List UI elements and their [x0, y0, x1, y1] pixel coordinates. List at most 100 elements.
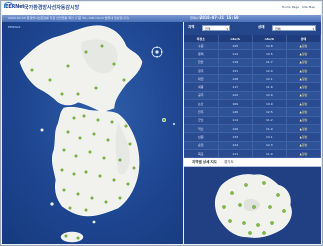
dose-rate-cell: 111 — [218, 149, 253, 159]
dose-rate-cell: 12.0 — [252, 91, 287, 101]
station-marker — [118, 196, 122, 200]
station-name-cell: 청주 — [184, 66, 219, 76]
station-marker — [268, 205, 272, 209]
top-links: Home Page Site Map — [282, 5, 315, 9]
station-name-cell: 수원 — [184, 42, 219, 51]
station-name-cell: 익산 — [184, 124, 219, 134]
table-row[interactable]: 논산 109 10.9 ▲정상 — [184, 99, 322, 109]
dose-rate-cell: 109 — [218, 99, 253, 109]
station-marker — [84, 170, 88, 174]
station-marker — [106, 138, 110, 142]
station-name-cell: 천안 — [184, 58, 219, 67]
site-map-link[interactable]: Site Map — [302, 5, 315, 9]
region-label: 지역 — [188, 25, 195, 29]
station-name-cell: 논산 — [184, 99, 219, 109]
status-toolbar: 2024.XX.XX 환경방사선준량률 자료 안전현황 확인 (기준 50~30… — [2, 15, 321, 22]
station-name-cell: 세종 — [184, 82, 219, 92]
station-marker — [104, 200, 108, 204]
dose-rate-cell: 11.9 — [252, 124, 287, 134]
column-header[interactable]: nSv/h — [218, 35, 253, 42]
region-select[interactable]: 전국 — [202, 25, 230, 32]
status-cell: ▲정상 — [286, 149, 322, 159]
dose-rate-cell: 124 — [218, 141, 253, 150]
column-header[interactable]: nSv/h — [252, 35, 287, 42]
station-marker — [30, 68, 34, 72]
station-marker — [96, 118, 100, 122]
station-name-cell: 대전 — [184, 74, 219, 84]
dose-rate-cell: 11.2 — [252, 116, 287, 125]
station-marker — [100, 44, 104, 48]
station-marker — [76, 192, 80, 196]
station-marker — [262, 231, 266, 235]
station-name-cell: 남원 — [184, 132, 219, 142]
station-name-cell: 목포 — [184, 149, 219, 159]
station-marker — [64, 234, 68, 238]
dose-rate-cell: 122 — [218, 91, 253, 101]
site-title: 국가환경방사선자동감시망 — [24, 5, 80, 11]
app-window: EERNet 국가환경방사선자동감시망 Home Page Site Map 2… — [0, 0, 323, 246]
site-logo[interactable]: EERNet — [3, 2, 25, 10]
station-marker — [48, 78, 52, 82]
station-marker — [126, 182, 130, 186]
station-marker — [66, 130, 70, 134]
table-row[interactable]: 세종 117 11.6 ▲정상 — [184, 82, 322, 92]
station-marker — [118, 158, 122, 162]
dose-rate-cell: 114 — [218, 116, 253, 125]
dose-rate-cell: 119 — [218, 58, 253, 67]
status-select[interactable]: 전체 — [272, 25, 316, 32]
table-row[interactable]: 대전 128 12.1 ▲정상 — [184, 74, 322, 84]
column-header[interactable]: 상태 — [286, 35, 322, 42]
status-cell: ▲정상 — [286, 74, 322, 84]
notice-text: 2024.XX.XX 환경방사선준량률 자료 안전현황 확인 (기준 50~30… — [8, 16, 129, 20]
station-name-cell: 전주 — [184, 107, 219, 117]
status-cell: ▲정상 — [286, 141, 322, 150]
regional-map[interactable] — [184, 167, 321, 244]
dose-rate-cell: 131 — [218, 66, 253, 76]
dose-rate-cell: 12.3 — [252, 141, 287, 150]
table-row[interactable]: 수원 125 12.8 ▲정상 — [184, 42, 322, 51]
table-row[interactable]: 남원 133 13.1 ▲정상 — [184, 132, 322, 142]
table-row[interactable]: 청주 131 12.4 ▲정상 — [184, 66, 322, 76]
station-marker — [94, 86, 98, 90]
table-row[interactable]: 공주 122 12.0 ▲정상 — [184, 91, 322, 101]
dose-rate-cell: 126 — [218, 107, 253, 117]
inset-region: 경기도 — [224, 160, 234, 164]
status-cell: ▲정상 — [286, 124, 322, 134]
dose-rate-cell: 120 — [218, 124, 253, 134]
table-row[interactable]: 군산 114 11.2 ▲정상 — [184, 116, 322, 125]
station-marker — [282, 209, 286, 213]
station-marker — [84, 208, 88, 212]
home-page-link[interactable]: Home Page — [282, 5, 299, 9]
station-marker — [112, 62, 116, 66]
station-marker — [78, 136, 82, 140]
map-pan-control[interactable] — [151, 46, 163, 58]
column-header[interactable]: 측정소 — [184, 35, 219, 42]
status-cell: ▲정상 — [286, 58, 322, 67]
station-marker — [60, 168, 64, 172]
table-row[interactable]: 천안 119 11.7 ▲정상 — [184, 58, 322, 67]
table-row[interactable]: 전주 126 12.5 ▲정상 — [184, 107, 322, 117]
station-marker — [72, 172, 76, 176]
inset-header: 지역별 상세 지도 경기도 — [184, 158, 321, 167]
status-cell: ▲정상 — [286, 116, 322, 125]
station-panel: 지역 전국 상태 전체 측정소 nSv/h nSv/h 상태 수원12512.8… — [184, 22, 322, 244]
table-body: 수원 125 12.8 ▲정상 평택 112 10.5 ▲정상 천안 119 11.7 ▲정상 청주 13… — [184, 42, 322, 167]
station-marker — [76, 236, 80, 240]
dose-rate-cell: 13.1 — [252, 132, 287, 142]
station-marker — [90, 196, 94, 200]
table-row[interactable]: 목포 111 11.0 ▲정상 — [184, 149, 322, 159]
southwest-island — [50, 202, 54, 206]
table-row[interactable]: 익산 120 11.9 ▲정상 — [184, 124, 322, 134]
table-row[interactable]: 평택 112 10.5 ▲정상 — [184, 49, 322, 59]
station-table: 측정소 nSv/h nSv/h 상태 수원 125 12.8 ▲정상 평택 112 10.5… — [184, 35, 322, 167]
station-marker — [102, 156, 106, 160]
station-marker — [112, 178, 116, 182]
inset-title: 지역별 상세 지도 — [192, 160, 217, 164]
dose-rate-cell: 10.5 — [252, 49, 287, 59]
status-cell: ▲정상 — [286, 49, 322, 59]
korea-map[interactable]: EERNet — [2, 22, 183, 244]
status-cell: ▲정상 — [286, 82, 322, 92]
station-marker — [132, 166, 136, 170]
table-row[interactable]: 순천 124 12.3 ▲정상 — [184, 141, 322, 150]
station-marker — [162, 118, 166, 122]
